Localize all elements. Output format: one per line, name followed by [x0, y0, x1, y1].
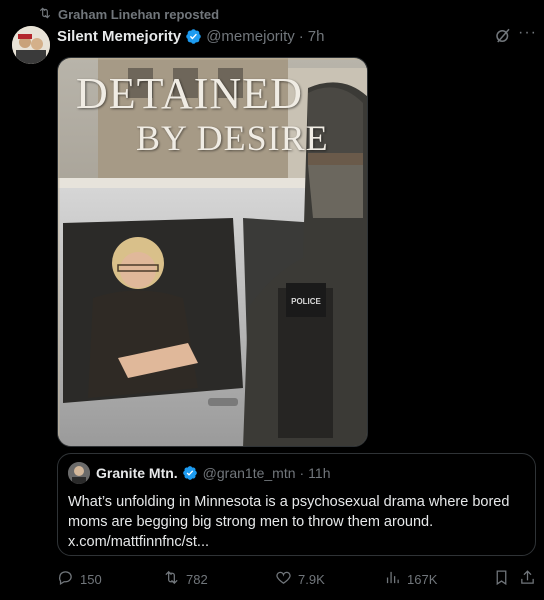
more-options-icon[interactable]: ···	[518, 25, 538, 46]
quoted-post-header: Granite Mtn. @gran1te_mtn · 11h	[68, 462, 331, 484]
verified-badge-icon[interactable]	[185, 28, 202, 45]
quoted-verified-badge-icon	[182, 465, 199, 482]
police-badge-text: POLICE	[291, 297, 321, 306]
views-button[interactable]: 167K	[384, 568, 437, 590]
repost-button[interactable]: 782	[163, 568, 208, 590]
heart-icon	[275, 569, 292, 589]
reply-count: 150	[80, 571, 102, 587]
poster-title-line1: DETAINED	[76, 69, 303, 118]
repost-action-icon	[163, 569, 180, 589]
reply-button[interactable]: 150	[57, 568, 102, 590]
timestamp[interactable]: 7h	[308, 28, 325, 45]
like-button[interactable]: 7.9K	[275, 568, 325, 590]
quoted-post[interactable]: Granite Mtn. @gran1te_mtn · 11h What’s u…	[57, 453, 536, 556]
quoted-link[interactable]: x.com/mattfinnfnc/st...	[68, 534, 209, 550]
quoted-post-text: What’s unfolding in Minnesota is a psych…	[68, 492, 528, 552]
handle[interactable]: @memejority	[206, 28, 295, 45]
post-image[interactable]: POLICE DETAINED BY DESIRE	[57, 57, 368, 447]
quoted-display-name: Granite Mtn.	[96, 465, 178, 481]
repost-context[interactable]: Graham Linehan reposted	[38, 5, 219, 23]
views-count: 167K	[407, 571, 438, 587]
reply-icon	[57, 569, 74, 589]
poster-title-line2: BY DESIRE	[136, 118, 329, 158]
quoted-handle: @gran1te_mtn	[202, 465, 296, 481]
repost-icon	[38, 6, 52, 23]
repost-label: Graham Linehan reposted	[58, 6, 220, 22]
share-icon	[519, 569, 536, 589]
like-count: 7.9K	[298, 571, 325, 587]
poster-title: DETAINED BY DESIRE	[76, 69, 329, 158]
grok-icon[interactable]	[494, 27, 512, 45]
quoted-avatar	[68, 462, 90, 484]
action-bar: 150 782 7.9K 167K	[57, 568, 537, 590]
share-button[interactable]	[519, 568, 536, 590]
separator: ·	[298, 27, 304, 45]
post-header: Silent Memejority @memejority · 7h	[57, 26, 324, 46]
quoted-text: What’s unfolding in Minnesota is a psych…	[68, 494, 510, 530]
quoted-timestamp: 11h	[308, 465, 331, 481]
repost-count: 782	[186, 571, 208, 587]
display-name[interactable]: Silent Memejority	[57, 28, 181, 45]
bookmark-icon	[493, 569, 510, 589]
avatar[interactable]	[12, 26, 50, 64]
analytics-icon	[384, 569, 401, 589]
quoted-separator: ·	[299, 465, 305, 481]
bookmark-button[interactable]	[493, 568, 510, 590]
